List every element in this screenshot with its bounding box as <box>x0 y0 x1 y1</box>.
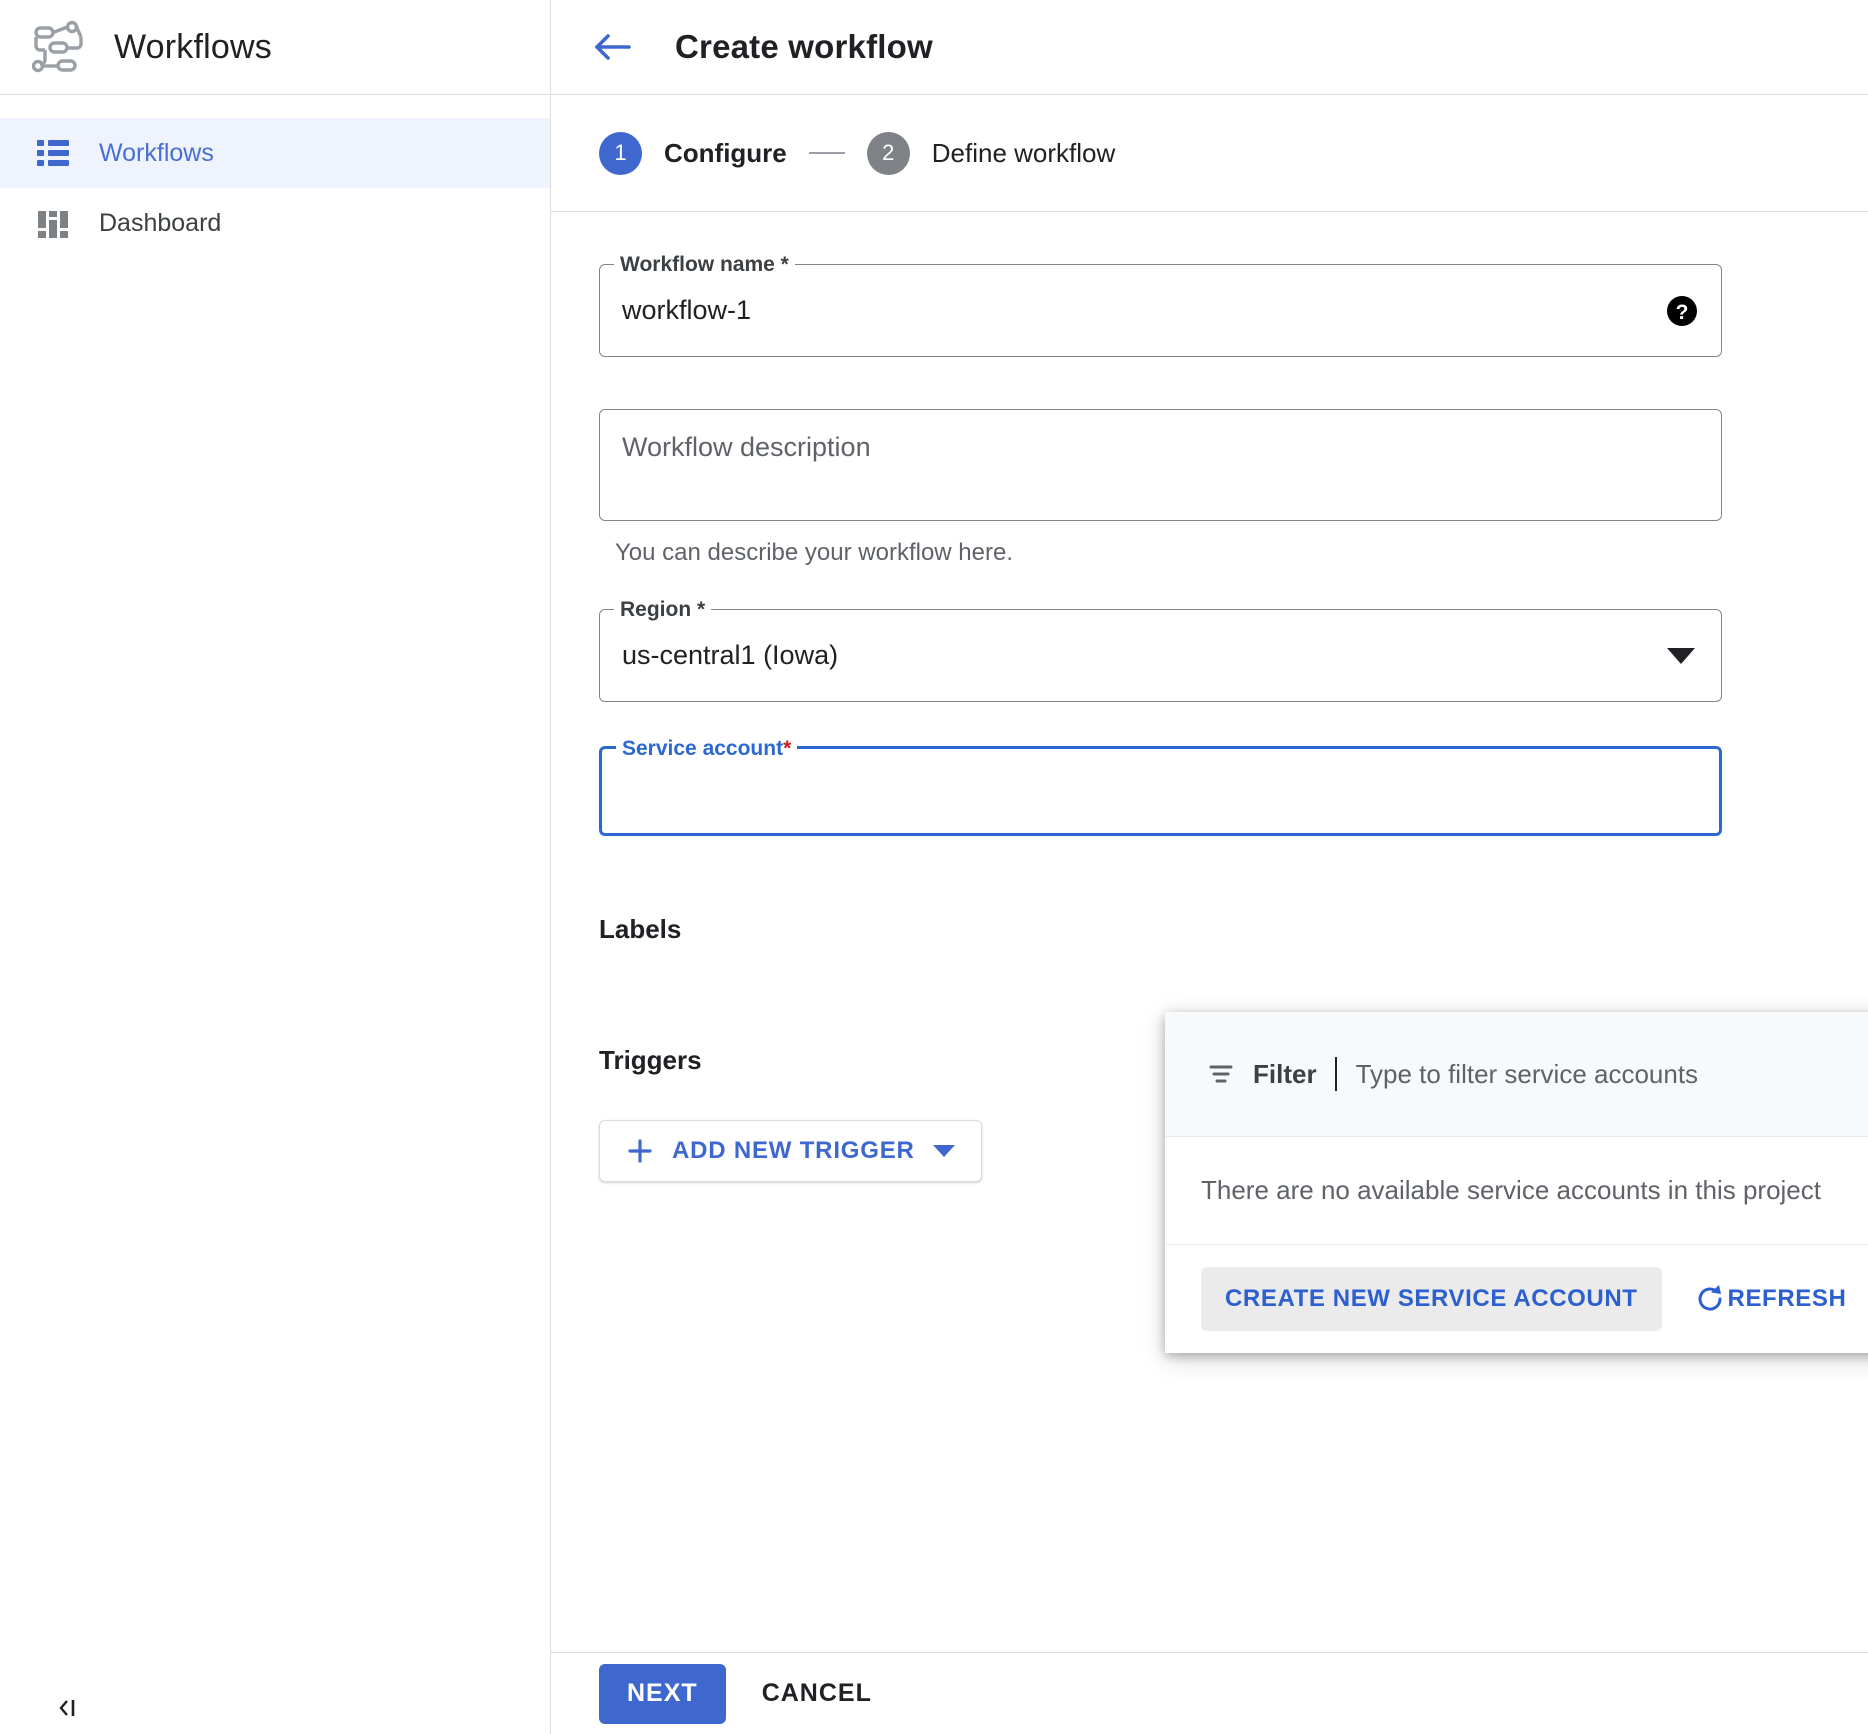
step-number-badge: 1 <box>599 132 642 175</box>
back-arrow-icon[interactable] <box>591 25 635 69</box>
add-new-trigger-label: ADD NEW TRIGGER <box>672 1137 915 1165</box>
cancel-button[interactable]: CANCEL <box>740 1664 894 1724</box>
workflow-name-field-wrap: Workflow name * workflow-1 ? <box>551 264 1868 357</box>
workflow-description-input[interactable]: Workflow description <box>599 409 1722 521</box>
region-value: us-central1 (Iowa) <box>622 640 838 671</box>
configure-form: Workflow name * workflow-1 ? Workflow de… <box>551 212 1868 1734</box>
list-icon <box>35 135 71 171</box>
region-select[interactable]: Region * us-central1 (Iowa) <box>599 609 1722 702</box>
main-panel: Create workflow 1 Configure 2 Define wor… <box>551 0 1868 1734</box>
wizard-stepper: 1 Configure 2 Define workflow <box>551 95 1868 212</box>
text-cursor <box>1335 1057 1337 1091</box>
service-account-filter-row[interactable]: Filter Type to filter service accounts <box>1165 1012 1868 1137</box>
workflow-name-label: Workflow name * <box>614 252 795 278</box>
dashboard-bars-icon <box>35 205 71 241</box>
wizard-footer: NEXT CANCEL <box>551 1652 1868 1734</box>
service-account-dropdown: Filter Type to filter service accounts T… <box>1165 1012 1868 1353</box>
empty-state-message: There are no available service accounts … <box>1165 1137 1868 1245</box>
sidebar-nav: Workflows Dashboard <box>0 95 550 258</box>
region-label: Region * <box>614 597 711 623</box>
plus-icon <box>626 1137 654 1165</box>
help-circle-icon[interactable]: ? <box>1665 294 1699 328</box>
refresh-label: REFRESH <box>1728 1285 1847 1313</box>
workflows-logo-icon <box>32 19 88 75</box>
step-separator <box>809 152 845 154</box>
step-label: Define workflow <box>932 138 1116 169</box>
labels-section: Labels <box>551 914 1868 945</box>
sidebar-item-dashboard[interactable]: Dashboard <box>0 188 550 258</box>
sidebar-brand-title: Workflows <box>114 28 272 67</box>
sidebar: Workflows Workflow <box>0 0 551 1734</box>
step-configure[interactable]: 1 Configure <box>599 132 787 175</box>
region-field-wrap: Region * us-central1 (Iowa) <box>551 609 1868 702</box>
chevron-down-icon[interactable] <box>1667 648 1695 664</box>
refresh-button[interactable]: REFRESH <box>1688 1282 1853 1316</box>
filter-input-placeholder: Type to filter service accounts <box>1356 1059 1698 1090</box>
page-header: Create workflow <box>551 0 1868 95</box>
sidebar-header: Workflows <box>0 0 550 95</box>
step-define-workflow[interactable]: 2 Define workflow <box>867 132 1116 175</box>
service-account-select[interactable]: Service account* <box>599 746 1722 836</box>
workflow-description-field-wrap: Workflow description You can describe yo… <box>551 409 1868 567</box>
app-root: Workflows Workflow <box>0 0 1868 1734</box>
filter-label: Filter <box>1253 1059 1317 1090</box>
sidebar-item-label: Workflows <box>99 139 214 168</box>
labels-section-title: Labels <box>599 914 1868 945</box>
service-account-label: Service account* <box>616 736 797 762</box>
next-button[interactable]: NEXT <box>599 1664 726 1724</box>
step-number-badge: 2 <box>867 132 910 175</box>
workflow-description-hint: You can describe your workflow here. <box>599 539 1868 567</box>
add-new-trigger-button[interactable]: ADD NEW TRIGGER <box>599 1120 982 1182</box>
create-new-service-account-button[interactable]: CREATE NEW SERVICE ACCOUNT <box>1201 1267 1662 1331</box>
service-account-field-wrap: Service account* <box>551 746 1868 836</box>
chevron-down-icon <box>933 1145 955 1157</box>
workflow-name-value: workflow-1 <box>622 295 751 326</box>
page-title: Create workflow <box>675 28 933 66</box>
svg-text:?: ? <box>1676 301 1689 324</box>
dropdown-actions: CREATE NEW SERVICE ACCOUNT REFRESH <box>1165 1245 1868 1353</box>
refresh-icon <box>1694 1283 1726 1315</box>
workflow-name-input[interactable]: Workflow name * workflow-1 ? <box>599 264 1722 357</box>
collapse-panel-icon[interactable] <box>48 1688 88 1728</box>
step-label: Configure <box>664 138 787 169</box>
sidebar-item-label: Dashboard <box>99 209 221 238</box>
filter-icon <box>1207 1060 1235 1088</box>
sidebar-item-workflows[interactable]: Workflows <box>0 118 550 188</box>
